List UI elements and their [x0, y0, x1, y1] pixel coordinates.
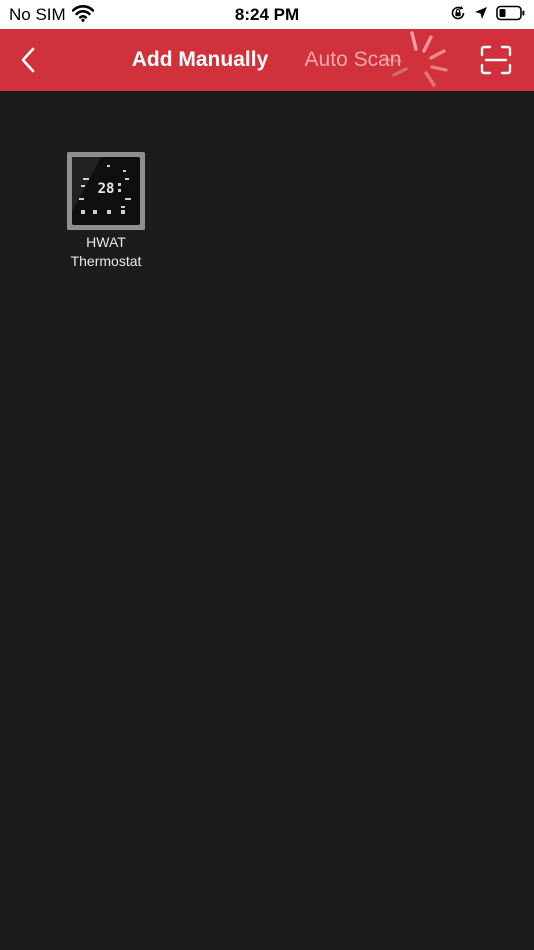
status-right [450, 4, 526, 26]
scan-code-button[interactable] [478, 42, 514, 78]
top-navigation-bar: Add Manually Auto Scan [0, 29, 534, 91]
thermostat-panel-graphic: 28 [67, 152, 145, 230]
status-bar: No SIM 8:24 PM [0, 0, 534, 29]
tab-add-manually[interactable]: Add Manually [124, 45, 276, 75]
device-tile-hwat-thermostat[interactable]: 28 HWAT Thermostat [56, 152, 156, 271]
device-list: 28 HWAT Thermostat [0, 91, 534, 950]
orientation-lock-icon [450, 5, 466, 26]
back-button[interactable] [10, 41, 46, 79]
battery-icon [496, 5, 526, 26]
scan-frame-icon [480, 45, 512, 75]
device-name: HWAT Thermostat [56, 233, 156, 271]
tab-auto-scan[interactable]: Auto Scan [292, 45, 414, 75]
device-name-line1: HWAT [86, 234, 126, 250]
thermostat-device-image: 28 [67, 152, 145, 230]
location-arrow-icon [474, 6, 488, 25]
back-chevron-icon [21, 47, 35, 73]
device-name-line2: Thermostat [70, 253, 142, 269]
thermostat-display-value: 28 [98, 181, 115, 197]
